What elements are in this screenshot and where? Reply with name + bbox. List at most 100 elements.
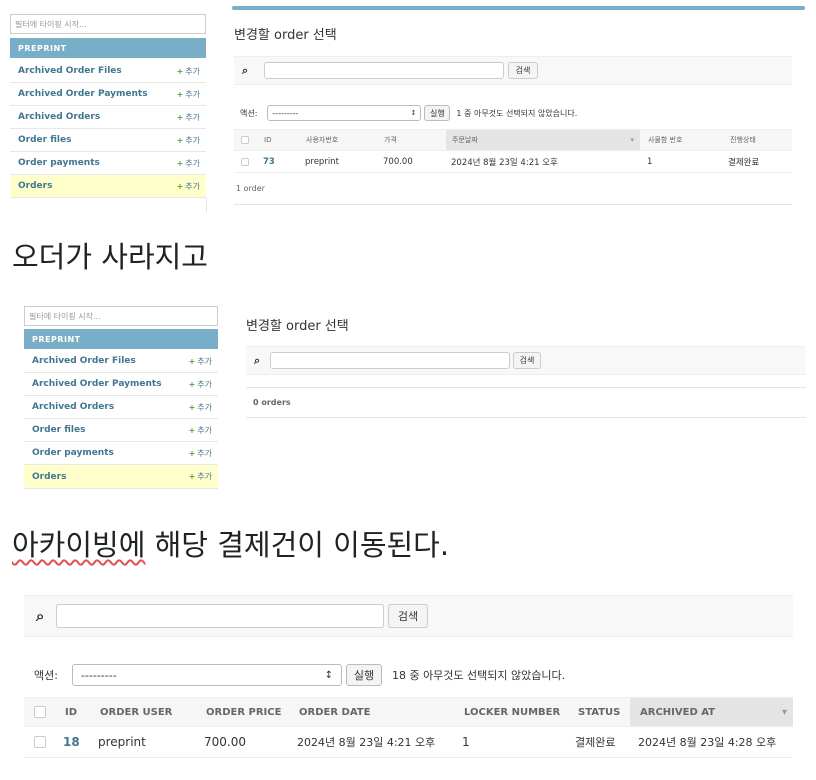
filter-placeholder: 필터에 타이핑 시작...: [15, 19, 87, 29]
caption-moved-to-archive: 아카이빙에 해당 결제건이 이동된다.: [12, 522, 449, 564]
row-checkbox[interactable]: [34, 727, 46, 757]
action-select-value: ---------: [272, 108, 299, 118]
column-header-price[interactable]: 가격: [384, 130, 397, 150]
sidebar-item-archived-order-files[interactable]: Archived Order Files + 추가: [10, 60, 206, 83]
add-link[interactable]: + 추가: [177, 66, 200, 77]
caption-rest: 해당 결제건이 이동된다.: [145, 528, 450, 562]
page-title: 변경할 order 선택: [246, 319, 349, 334]
add-link[interactable]: + 추가: [189, 379, 212, 390]
sidebar-item-order-payments[interactable]: Order payments + 추가: [10, 152, 206, 175]
search-input[interactable]: [56, 604, 384, 628]
column-header-date[interactable]: 주문날짜 ▾: [446, 130, 640, 150]
add-link[interactable]: + 추가: [189, 402, 212, 413]
column-header-order-date[interactable]: ORDER DATE: [299, 698, 370, 726]
app-header-label: PREPRINT: [32, 334, 81, 344]
column-header-archived-at[interactable]: ARCHIVED AT ▾: [630, 698, 793, 726]
column-header-id[interactable]: ID: [65, 698, 77, 726]
sidebar-item-orders[interactable]: Orders + 추가: [10, 175, 206, 198]
sidebar-item-order-files[interactable]: Order files + 추가: [24, 419, 218, 442]
row-status: 결제완료: [728, 157, 760, 168]
sidebar-item-archived-order-payments[interactable]: Archived Order Payments + 추가: [10, 83, 206, 106]
add-link[interactable]: + 추가: [189, 448, 212, 459]
search-button[interactable]: 검색: [508, 62, 538, 79]
column-header-id[interactable]: ID: [264, 130, 271, 150]
search-input[interactable]: [270, 352, 510, 369]
row-order-user: preprint: [98, 735, 146, 749]
sidebar-item-label[interactable]: Archived Order Payments: [32, 379, 162, 389]
sidebar-item-label[interactable]: Order files: [18, 135, 71, 145]
selection-status: 18 중 아무것도 선택되지 않았습니다.: [391, 669, 566, 682]
plus-icon: +: [176, 112, 184, 122]
divider: [234, 204, 792, 205]
sidebar-item-label[interactable]: Archived Orders: [18, 112, 100, 122]
sidebar-item-label[interactable]: Archived Orders: [32, 402, 114, 412]
sidebar-item-label[interactable]: Orders: [32, 472, 66, 482]
column-header-order-price[interactable]: ORDER PRICE: [206, 698, 281, 726]
column-header-status[interactable]: 진행상태: [730, 130, 756, 150]
app-header-label: PREPRINT: [18, 43, 67, 53]
plus-icon: +: [176, 158, 184, 168]
plus-icon: +: [188, 402, 196, 412]
sidebar-item-label[interactable]: Order payments: [32, 448, 114, 458]
column-header-archived-at-label: ARCHIVED AT: [640, 706, 716, 718]
sidebar-item-archived-orders[interactable]: Archived Orders + 추가: [10, 106, 206, 129]
sidebar-item-archived-orders[interactable]: Archived Orders + 추가: [24, 396, 218, 419]
sidebar-item-label[interactable]: Archived Order Payments: [18, 89, 148, 99]
page-title: 변경할 order 선택: [234, 28, 337, 43]
row-locker: 1: [647, 156, 653, 167]
search-input[interactable]: [264, 62, 504, 79]
plus-icon: +: [176, 181, 184, 191]
search-button[interactable]: 검색: [388, 604, 428, 628]
select-all-checkbox[interactable]: [241, 130, 249, 150]
table-header: ID 사용자번호 가격 주문날짜 ▾ 사물함 번호 진행상태: [234, 129, 792, 151]
plus-icon: +: [176, 135, 184, 145]
add-link[interactable]: + 추가: [177, 158, 200, 169]
column-header-locker[interactable]: 사물함 번호: [648, 130, 682, 150]
sidebar-item-label[interactable]: Archived Order Files: [32, 356, 136, 366]
filter-placeholder: 필터에 타이핑 시작...: [29, 311, 101, 321]
search-button[interactable]: 검색: [513, 352, 541, 369]
sidebar-filter-input[interactable]: 필터에 타이핑 시작...: [24, 306, 218, 326]
sort-caret-icon: ▾: [630, 136, 634, 144]
run-button[interactable]: 실행: [424, 105, 451, 121]
sidebar-item-archived-order-payments[interactable]: Archived Order Payments + 추가: [24, 373, 218, 396]
column-header-status[interactable]: STATUS: [578, 698, 620, 726]
row-id-link[interactable]: 18: [63, 727, 80, 757]
sidebar-item-label[interactable]: Archived Order Files: [18, 66, 122, 76]
table-row: 73 preprint 700.00 2024년 8월 23일 4:21 오후 …: [234, 151, 792, 173]
row-checkbox[interactable]: [241, 151, 249, 172]
sidebar-item-label[interactable]: Orders: [18, 181, 52, 191]
action-select[interactable]: --------- ↕: [71, 664, 342, 686]
add-link[interactable]: + 추가: [177, 181, 200, 192]
column-header-order-user[interactable]: ORDER USER: [100, 698, 172, 726]
action-select[interactable]: --------- ↕: [267, 105, 422, 121]
search-icon: ⌕: [36, 607, 45, 625]
column-header-user[interactable]: 사용자번호: [306, 130, 338, 150]
plus-icon: +: [176, 66, 184, 76]
sidebar-item-label[interactable]: Order files: [32, 425, 85, 435]
caption-spellcheck-word: 아카이빙에: [12, 528, 146, 562]
add-link[interactable]: + 추가: [189, 425, 212, 436]
sidebar-item-order-payments[interactable]: Order payments + 추가: [24, 442, 218, 465]
sidebar-item-orders[interactable]: Orders + 추가: [24, 465, 218, 489]
add-link[interactable]: + 추가: [189, 471, 212, 482]
row-id-link[interactable]: 73: [263, 151, 275, 172]
sidebar-filter-input[interactable]: 필터에 타이핑 시작...: [10, 14, 206, 34]
divider: [246, 387, 806, 388]
search-toolbar: ⌕ 검색: [234, 56, 792, 85]
sidebar-item-label[interactable]: Order payments: [18, 158, 100, 168]
search-toolbar: ⌕ 검색: [246, 346, 806, 375]
add-link[interactable]: + 추가: [177, 112, 200, 123]
run-button[interactable]: 실행: [345, 664, 382, 686]
add-link[interactable]: + 추가: [177, 89, 200, 100]
action-label: 액션:: [240, 108, 258, 118]
sidebar-item-order-files[interactable]: Order files + 추가: [10, 129, 206, 152]
result-count: 1 order: [236, 184, 265, 193]
search-icon: ⌕: [254, 353, 261, 367]
add-link[interactable]: + 추가: [189, 356, 212, 367]
sidebar-item-archived-order-files[interactable]: Archived Order Files + 추가: [24, 350, 218, 373]
select-all-checkbox[interactable]: [34, 698, 46, 726]
plus-icon: +: [188, 472, 196, 481]
add-link[interactable]: + 추가: [177, 135, 200, 146]
column-header-locker-number[interactable]: LOCKER NUMBER: [464, 698, 560, 726]
